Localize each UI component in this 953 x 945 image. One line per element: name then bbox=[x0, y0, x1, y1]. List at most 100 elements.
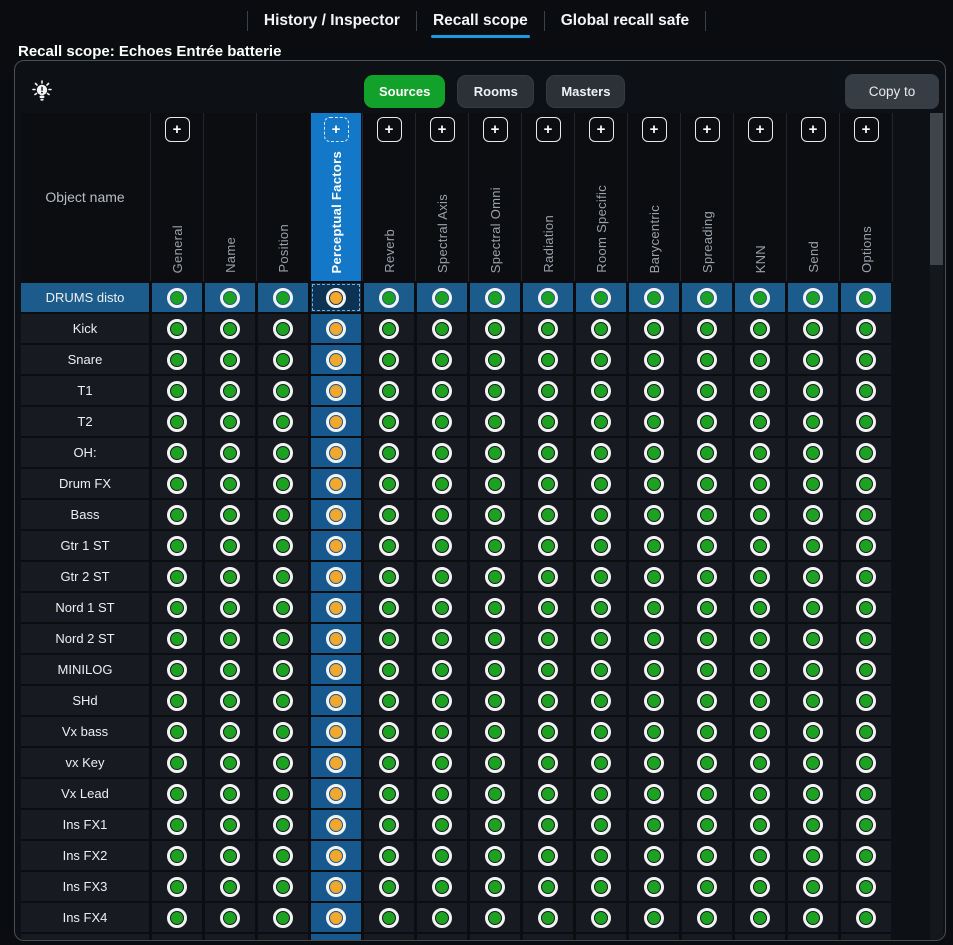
add-column-scope-button[interactable]: + bbox=[483, 117, 508, 142]
scope-button-sources[interactable]: Sources bbox=[364, 75, 445, 108]
object-name-cell[interactable]: T2 bbox=[21, 407, 149, 436]
scope-toggle[interactable] bbox=[258, 500, 308, 529]
add-column-scope-button[interactable]: + bbox=[377, 117, 402, 142]
scope-toggle[interactable] bbox=[682, 314, 732, 343]
scope-toggle[interactable] bbox=[576, 624, 626, 653]
object-name-cell[interactable]: Vx Lead bbox=[21, 779, 149, 808]
scope-toggle[interactable] bbox=[152, 314, 202, 343]
scope-toggle[interactable] bbox=[364, 376, 414, 405]
scope-toggle[interactable] bbox=[735, 624, 785, 653]
scope-toggle[interactable] bbox=[629, 779, 679, 808]
scope-toggle[interactable] bbox=[788, 283, 838, 312]
scope-toggle[interactable] bbox=[152, 655, 202, 684]
scope-toggle[interactable] bbox=[364, 903, 414, 932]
scope-toggle[interactable] bbox=[841, 810, 891, 839]
scope-toggle[interactable] bbox=[735, 500, 785, 529]
scope-toggle[interactable] bbox=[523, 407, 573, 436]
scope-toggle[interactable] bbox=[311, 624, 361, 653]
scope-toggle[interactable] bbox=[364, 283, 414, 312]
scope-toggle[interactable] bbox=[152, 779, 202, 808]
column-header-perceptual-factors[interactable]: +Perceptual Factors bbox=[311, 113, 361, 281]
scope-toggle[interactable] bbox=[417, 903, 467, 932]
scope-toggle[interactable] bbox=[523, 686, 573, 715]
scope-toggle[interactable] bbox=[152, 748, 202, 777]
column-header-barycentric[interactable]: +Barycentric bbox=[629, 113, 679, 281]
scope-toggle[interactable] bbox=[152, 624, 202, 653]
scope-toggle[interactable] bbox=[523, 717, 573, 746]
scope-toggle[interactable] bbox=[576, 376, 626, 405]
column-header-name[interactable]: Name bbox=[205, 113, 255, 281]
scope-toggle[interactable] bbox=[470, 345, 520, 374]
scope-toggle[interactable] bbox=[470, 841, 520, 870]
scope-toggle[interactable] bbox=[576, 686, 626, 715]
scope-toggle[interactable] bbox=[417, 686, 467, 715]
scope-toggle[interactable] bbox=[152, 903, 202, 932]
scope-toggle[interactable] bbox=[311, 562, 361, 591]
scope-toggle[interactable] bbox=[205, 531, 255, 560]
scope-toggle[interactable] bbox=[258, 531, 308, 560]
scope-toggle[interactable] bbox=[576, 531, 626, 560]
scope-toggle[interactable] bbox=[788, 407, 838, 436]
scope-toggle[interactable] bbox=[682, 779, 732, 808]
scope-toggle[interactable] bbox=[576, 748, 626, 777]
scope-toggle[interactable] bbox=[417, 469, 467, 498]
scope-toggle[interactable] bbox=[205, 810, 255, 839]
column-header-room-specific[interactable]: +Room Specific bbox=[576, 113, 626, 281]
add-column-scope-button[interactable]: + bbox=[430, 117, 455, 142]
scope-toggle[interactable] bbox=[629, 903, 679, 932]
scope-toggle[interactable] bbox=[841, 407, 891, 436]
scope-toggle[interactable] bbox=[258, 841, 308, 870]
scope-toggle[interactable] bbox=[682, 407, 732, 436]
scope-toggle[interactable] bbox=[629, 438, 679, 467]
scope-toggle[interactable] bbox=[364, 810, 414, 839]
scope-toggle[interactable] bbox=[629, 376, 679, 405]
scope-toggle[interactable] bbox=[417, 872, 467, 901]
scope-toggle[interactable] bbox=[788, 376, 838, 405]
scope-toggle[interactable] bbox=[788, 500, 838, 529]
scope-toggle[interactable] bbox=[311, 903, 361, 932]
scope-toggle[interactable] bbox=[205, 593, 255, 622]
scope-toggle[interactable] bbox=[364, 624, 414, 653]
scope-toggle[interactable] bbox=[311, 779, 361, 808]
scope-toggle[interactable] bbox=[735, 283, 785, 312]
scope-toggle[interactable] bbox=[205, 314, 255, 343]
scope-toggle[interactable] bbox=[629, 655, 679, 684]
scope-toggle[interactable] bbox=[576, 872, 626, 901]
scope-toggle[interactable] bbox=[205, 500, 255, 529]
scope-toggle[interactable] bbox=[788, 748, 838, 777]
scope-toggle[interactable] bbox=[682, 841, 732, 870]
scope-toggle[interactable] bbox=[311, 655, 361, 684]
scope-toggle[interactable] bbox=[576, 345, 626, 374]
scope-toggle[interactable] bbox=[629, 841, 679, 870]
scope-toggle[interactable] bbox=[788, 469, 838, 498]
scope-toggle[interactable] bbox=[788, 345, 838, 374]
scope-toggle[interactable] bbox=[205, 686, 255, 715]
scope-toggle[interactable] bbox=[735, 748, 785, 777]
scope-toggle[interactable] bbox=[841, 593, 891, 622]
object-name-cell[interactable]: Ins FX1 bbox=[21, 810, 149, 839]
scope-toggle[interactable] bbox=[735, 903, 785, 932]
scope-toggle[interactable] bbox=[364, 438, 414, 467]
scope-toggle[interactable] bbox=[470, 748, 520, 777]
scope-toggle[interactable] bbox=[735, 872, 785, 901]
scope-toggle[interactable] bbox=[788, 686, 838, 715]
scope-toggle[interactable] bbox=[735, 531, 785, 560]
scope-toggle[interactable] bbox=[417, 376, 467, 405]
scope-toggle[interactable] bbox=[417, 314, 467, 343]
scope-toggle[interactable] bbox=[417, 779, 467, 808]
vertical-scrollbar-thumb[interactable] bbox=[930, 113, 943, 265]
scope-toggle[interactable] bbox=[258, 283, 308, 312]
scope-toggle[interactable] bbox=[576, 283, 626, 312]
scope-toggle[interactable] bbox=[311, 376, 361, 405]
column-header-position[interactable]: Position bbox=[258, 113, 308, 281]
scope-toggle[interactable] bbox=[364, 345, 414, 374]
scope-toggle[interactable] bbox=[788, 872, 838, 901]
scope-toggle[interactable] bbox=[523, 841, 573, 870]
scope-toggle[interactable] bbox=[470, 376, 520, 405]
scope-toggle[interactable] bbox=[576, 562, 626, 591]
scope-toggle[interactable] bbox=[788, 593, 838, 622]
scope-toggle[interactable] bbox=[576, 593, 626, 622]
scope-toggle[interactable] bbox=[205, 562, 255, 591]
add-column-scope-button[interactable]: + bbox=[536, 117, 561, 142]
object-name-cell[interactable]: SHd bbox=[21, 686, 149, 715]
